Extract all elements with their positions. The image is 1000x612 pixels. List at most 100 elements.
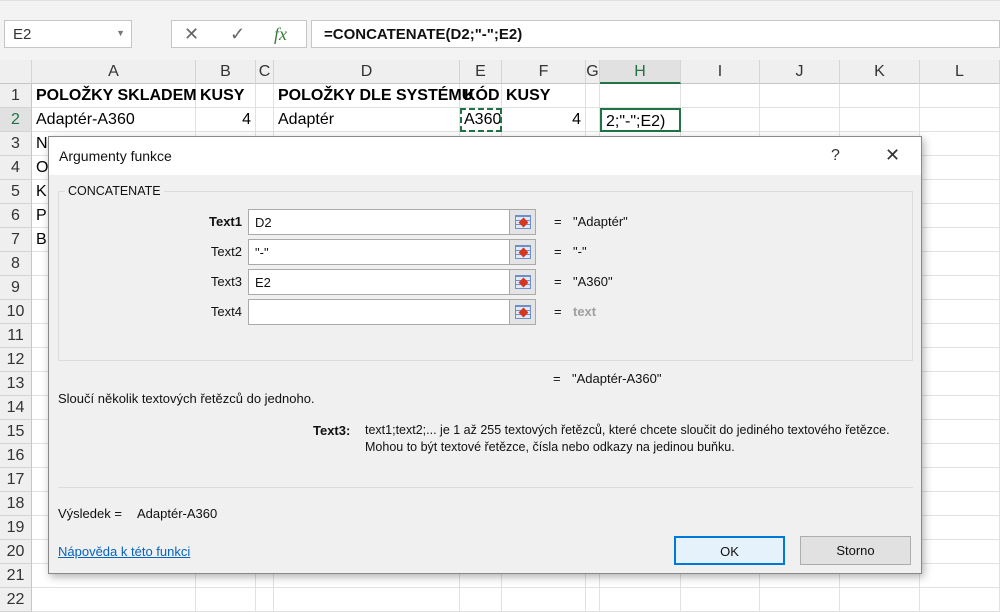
row-header-20[interactable]: 20: [0, 540, 32, 564]
cell-A1[interactable]: POLOŽKY SKLADEM: [32, 84, 197, 108]
row-header-21[interactable]: 21: [0, 564, 32, 588]
formula-input[interactable]: =CONCATENATE(D2;"-";E2): [311, 20, 1000, 48]
cell-H22[interactable]: [600, 588, 681, 612]
row-header-9[interactable]: 9: [0, 276, 32, 300]
cell-G1[interactable]: [586, 84, 600, 108]
column-header-D[interactable]: D: [274, 60, 460, 84]
column-header-K[interactable]: K: [840, 60, 920, 84]
cell-C22[interactable]: [256, 588, 274, 612]
row-header-5[interactable]: 5: [0, 180, 32, 204]
cell-H1[interactable]: [600, 84, 681, 108]
cell-L2[interactable]: [920, 108, 1000, 132]
row-header-13[interactable]: 13: [0, 372, 32, 396]
cell-I1[interactable]: [681, 84, 760, 108]
cell-C1[interactable]: [256, 84, 274, 108]
cell-I22[interactable]: [681, 588, 760, 612]
cell-F1[interactable]: KUSY: [502, 84, 586, 108]
cell-L7[interactable]: [920, 228, 1000, 252]
cell-B22[interactable]: [196, 588, 256, 612]
cell-E2[interactable]: A360: [460, 108, 502, 132]
row-header-11[interactable]: 11: [0, 324, 32, 348]
cell-F22[interactable]: [502, 588, 586, 612]
cell-L20[interactable]: [920, 540, 1000, 564]
argument-input-text1[interactable]: D2: [248, 209, 510, 235]
name-box[interactable]: E2 ▼: [4, 20, 132, 48]
cancel-button[interactable]: Storno: [800, 536, 911, 565]
row-header-4[interactable]: 4: [0, 156, 32, 180]
row-header-16[interactable]: 16: [0, 444, 32, 468]
ok-button[interactable]: OK: [674, 536, 785, 565]
cell-G22[interactable]: [586, 588, 600, 612]
cell-K1[interactable]: [840, 84, 920, 108]
cell-A22[interactable]: [32, 588, 196, 612]
row-header-15[interactable]: 15: [0, 420, 32, 444]
row-header-7[interactable]: 7: [0, 228, 32, 252]
collapse-dialog-icon[interactable]: [509, 299, 536, 325]
cell-L8[interactable]: [920, 252, 1000, 276]
cell-L6[interactable]: [920, 204, 1000, 228]
argument-input-text4[interactable]: [248, 299, 510, 325]
chevron-down-icon[interactable]: ▼: [116, 28, 125, 38]
select-all-corner[interactable]: [0, 60, 32, 84]
cell-L21[interactable]: [920, 564, 1000, 588]
row-header-2[interactable]: 2: [0, 108, 32, 132]
cell-D22[interactable]: [274, 588, 460, 612]
cell-H2[interactable]: 2;"-";E2): [600, 108, 681, 132]
argument-input-text2[interactable]: "-": [248, 239, 510, 265]
argument-input-text3[interactable]: E2: [248, 269, 510, 295]
cell-G2[interactable]: [586, 108, 600, 132]
cell-L3[interactable]: [920, 132, 1000, 156]
column-header-E[interactable]: E: [460, 60, 502, 84]
row-header-17[interactable]: 17: [0, 468, 32, 492]
row-header-8[interactable]: 8: [0, 252, 32, 276]
cell-L17[interactable]: [920, 468, 1000, 492]
cell-D2[interactable]: Adaptér: [274, 108, 460, 132]
column-header-C[interactable]: C: [256, 60, 274, 84]
column-header-A[interactable]: A: [32, 60, 196, 84]
row-header-18[interactable]: 18: [0, 492, 32, 516]
column-header-F[interactable]: F: [502, 60, 586, 84]
cell-A2[interactable]: Adaptér-A360: [32, 108, 196, 132]
cancel-icon[interactable]: ✕: [184, 24, 199, 45]
cell-I2[interactable]: [681, 108, 760, 132]
cell-L1[interactable]: [920, 84, 1000, 108]
cell-J1[interactable]: [760, 84, 840, 108]
row-header-14[interactable]: 14: [0, 396, 32, 420]
insert-function-icon[interactable]: fx: [274, 24, 287, 45]
cell-E22[interactable]: [460, 588, 502, 612]
cell-C2[interactable]: [256, 108, 274, 132]
column-header-G[interactable]: G: [586, 60, 600, 84]
cell-L18[interactable]: [920, 492, 1000, 516]
collapse-dialog-icon[interactable]: [509, 239, 536, 265]
cell-L19[interactable]: [920, 516, 1000, 540]
help-link[interactable]: Nápověda k této funkci: [58, 544, 190, 559]
cell-B2[interactable]: 4: [196, 108, 256, 132]
cell-L15[interactable]: [920, 420, 1000, 444]
cell-L10[interactable]: [920, 300, 1000, 324]
cell-L14[interactable]: [920, 396, 1000, 420]
cell-L4[interactable]: [920, 156, 1000, 180]
cell-L22[interactable]: [920, 588, 1000, 612]
cell-J22[interactable]: [760, 588, 840, 612]
cell-F2[interactable]: 4: [502, 108, 586, 132]
column-header-H[interactable]: H: [600, 60, 681, 84]
cell-D1[interactable]: POLOŽKY DLE SYSTÉMU: [274, 84, 473, 108]
column-header-B[interactable]: B: [196, 60, 256, 84]
cell-B1[interactable]: KUSY: [196, 84, 256, 108]
cell-L11[interactable]: [920, 324, 1000, 348]
help-icon[interactable]: ?: [831, 147, 840, 165]
row-header-3[interactable]: 3: [0, 132, 32, 156]
row-header-10[interactable]: 10: [0, 300, 32, 324]
row-header-12[interactable]: 12: [0, 348, 32, 372]
row-header-1[interactable]: 1: [0, 84, 32, 108]
column-header-J[interactable]: J: [760, 60, 840, 84]
close-icon[interactable]: ✕: [885, 145, 900, 166]
enter-icon[interactable]: ✓: [230, 24, 245, 45]
cell-L12[interactable]: [920, 348, 1000, 372]
cell-L16[interactable]: [920, 444, 1000, 468]
cell-L13[interactable]: [920, 372, 1000, 396]
row-header-22[interactable]: 22: [0, 588, 32, 612]
collapse-dialog-icon[interactable]: [509, 269, 536, 295]
cell-K2[interactable]: [840, 108, 920, 132]
cell-K22[interactable]: [840, 588, 920, 612]
